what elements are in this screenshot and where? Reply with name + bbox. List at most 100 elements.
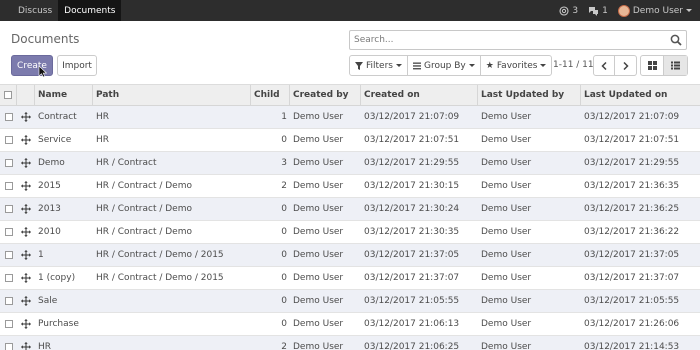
row-checkbox[interactable] [4, 159, 13, 167]
table-row[interactable]: 1 HR / Contract / Demo / 2015 0 Demo User 03… [0, 244, 700, 267]
table-row[interactable]: 2013 HR / Contract / Demo 0 Demo User 03/12/… [0, 198, 700, 221]
column-header-created-by[interactable]: Created by [290, 85, 361, 105]
drag-handle-icon[interactable] [21, 273, 31, 283]
row-checkbox[interactable] [4, 182, 13, 190]
cell-created-on: 03/12/2017 21:29:55 [364, 158, 460, 168]
cell-last-updated-by: Demo User [481, 319, 532, 329]
drag-handle-icon[interactable] [21, 158, 31, 168]
cell-created-by: Demo User [293, 296, 344, 306]
activity-menu[interactable]: 3 [559, 6, 578, 16]
avatar [617, 4, 630, 17]
drag-handle[interactable] [17, 336, 35, 350]
table-row[interactable]: 2010 HR / Contract / Demo 0 Demo User 03/12/… [0, 221, 700, 244]
drag-handle[interactable] [17, 221, 35, 243]
group-by-label: Group By [423, 60, 466, 71]
cell-path: HR / Contract / Demo [96, 227, 192, 237]
cell-created-on: 03/12/2017 21:06:13 [364, 319, 460, 329]
top-navbar: Discuss Documents 3 1 Demo User [0, 0, 700, 21]
column-header-last-updated-on[interactable]: Last Updated on [581, 85, 700, 105]
drag-handle-icon[interactable] [21, 204, 31, 214]
messages-menu[interactable]: 1 [588, 6, 608, 16]
drag-handle[interactable] [17, 267, 35, 289]
pager-value[interactable]: 1-11 / 11 [553, 60, 594, 70]
view-switcher [640, 55, 688, 76]
table-row[interactable]: HR 2 Demo User 03/12/2017 21:06:25 Demo User… [0, 336, 700, 350]
group-by-dropdown[interactable]: Group By [408, 56, 481, 75]
drag-handle[interactable] [17, 175, 35, 197]
table-row[interactable]: Service HR 0 Demo User 03/12/2017 21:07:51 De… [0, 129, 700, 152]
row-checkbox[interactable] [4, 274, 13, 282]
row-checkbox[interactable] [4, 113, 13, 121]
drag-handle-icon[interactable] [21, 112, 31, 122]
row-checkbox[interactable] [4, 228, 13, 236]
drag-handle-icon[interactable] [21, 342, 31, 350]
search-icon[interactable] [670, 34, 682, 46]
drag-handle-icon[interactable] [21, 135, 31, 145]
cell-last-updated-by: Demo User [481, 112, 532, 122]
drag-handle-icon[interactable] [21, 296, 31, 306]
table-row[interactable]: Purchase 0 Demo User 03/12/2017 21:06:13 Dem… [0, 313, 700, 336]
cell-child: 0 [281, 296, 287, 306]
import-button[interactable]: Import [57, 55, 97, 76]
menu-item-discuss[interactable]: Discuss [12, 0, 58, 21]
menu-item-documents[interactable]: Documents [58, 0, 122, 21]
select-all-checkbox[interactable] [4, 91, 12, 99]
cell-last-updated-by: Demo User [481, 227, 532, 237]
table-row[interactable]: Contract HR 1 Demo User 03/12/2017 21:07:09 D… [0, 106, 700, 129]
handle-column-header [17, 85, 35, 105]
cell-last-updated-on: 03/12/2017 21:07:09 [584, 112, 680, 122]
column-header-created-on[interactable]: Created on [361, 85, 478, 105]
app-menu: Discuss Documents [12, 0, 122, 21]
kanban-view-button[interactable] [641, 56, 664, 75]
drag-handle[interactable] [17, 129, 35, 151]
cell-name: Sale [38, 296, 58, 306]
row-checkbox[interactable] [4, 251, 13, 259]
control-panel: Documents Search... Create Import Filter… [0, 21, 700, 85]
drag-handle-icon[interactable] [21, 250, 31, 260]
cell-last-updated-by: Demo User [481, 342, 532, 350]
column-header-child[interactable]: Child [251, 85, 290, 105]
drag-handle[interactable] [17, 290, 35, 312]
row-checkbox[interactable] [4, 136, 13, 144]
filters-dropdown[interactable]: Filters [350, 56, 408, 75]
column-header-name[interactable]: Name [35, 85, 93, 105]
cell-name: Purchase [38, 319, 79, 329]
drag-handle-icon[interactable] [21, 181, 31, 191]
list-view-button[interactable] [664, 56, 687, 75]
drag-handle[interactable] [17, 152, 35, 174]
kanban-view-icon [647, 61, 657, 70]
drag-handle[interactable] [17, 198, 35, 220]
previous-page-button[interactable] [594, 56, 615, 75]
cell-path [93, 336, 251, 350]
row-select-cell [0, 198, 17, 220]
row-checkbox[interactable] [4, 297, 13, 305]
row-checkbox[interactable] [4, 343, 13, 350]
messages-count: 1 [602, 5, 608, 16]
drag-handle[interactable] [17, 313, 35, 335]
comments-icon [589, 6, 599, 16]
table-row[interactable]: Demo HR / Contract 3 Demo User 03/12/2017 21… [0, 152, 700, 175]
user-menu[interactable]: Demo User [617, 4, 692, 17]
cell-created-by: Demo User [293, 319, 344, 329]
search-box[interactable]: Search... [349, 30, 687, 50]
column-header-path[interactable]: Path [93, 85, 251, 105]
drag-handle[interactable] [17, 244, 35, 266]
drag-handle-icon[interactable] [21, 319, 31, 329]
cell-last-updated-by: Demo User [481, 273, 532, 283]
user-name: Demo User [632, 5, 683, 16]
drag-handle[interactable] [17, 106, 35, 128]
search-toolbar: Filters Group By ★ Favorites [349, 55, 553, 76]
cell-child: 0 [281, 250, 287, 260]
next-page-button[interactable] [615, 56, 636, 75]
row-checkbox[interactable] [4, 320, 13, 328]
search-input[interactable]: Search... [354, 35, 394, 45]
cell-name: 2015 [38, 181, 61, 191]
table-row[interactable]: Sale 0 Demo User 03/12/2017 21:05:55 Demo Us… [0, 290, 700, 313]
column-header-last-updated-by[interactable]: Last Updated by [478, 85, 581, 105]
table-row[interactable]: 2015 HR / Contract / Demo 2 Demo User 03/12/… [0, 175, 700, 198]
favorites-dropdown[interactable]: ★ Favorites [481, 56, 552, 75]
drag-handle-icon[interactable] [21, 227, 31, 237]
cell-last-updated-on: 03/12/2017 21:26:06 [584, 319, 680, 329]
row-checkbox[interactable] [4, 205, 13, 213]
table-row[interactable]: 1 (copy) HR / Contract / Demo / 2015 0 Demo… [0, 267, 700, 290]
